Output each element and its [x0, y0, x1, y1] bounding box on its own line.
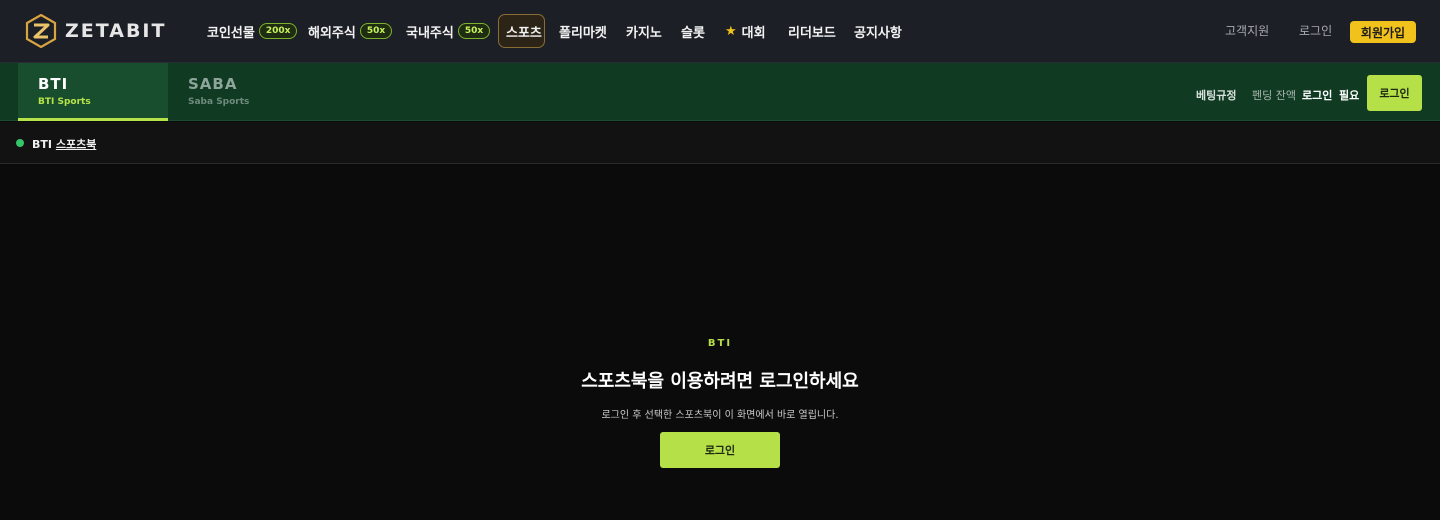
login-prompt-description: 로그인 후 선택한 스포츠북이 이 화면에서 바로 열립니다. [601, 410, 839, 421]
nav-label: 해외주식 [308, 25, 356, 41]
nav-coin-futures[interactable]: 코인선물 200x [207, 21, 298, 41]
login-required-text: 로그인 [1302, 89, 1333, 102]
tab-subtitle: BTI Sports [38, 97, 91, 107]
leverage-badge: 200x [258, 23, 298, 39]
nav-label: 코인선물 [207, 25, 255, 41]
nav-label: 공지사항 [854, 25, 902, 41]
nav-label: 스포츠 [506, 25, 542, 41]
tab-bti[interactable]: BTI BTI Sports [18, 63, 168, 121]
pending-balance-label: 펜딩 잔액 [1252, 89, 1296, 102]
sportsbook-content: BTI 스포츠북을 이용하려면 로그인하세요 로그인 후 선택한 스포츠북이 이… [0, 164, 1440, 520]
leverage-badge: 50x [359, 23, 393, 39]
top-navigation: ZETABIT 코인선물 200x 해외주식 50x 국내주식 50x 스포츠 … [0, 0, 1440, 63]
zetabit-logo-icon [25, 14, 57, 48]
leverage-badge: 50x [457, 23, 491, 39]
status-dot-icon [16, 139, 24, 147]
nav-leaderboard[interactable]: 리더보드 [788, 21, 836, 41]
nav-tournament[interactable]: ★ 대회 [725, 21, 766, 41]
nav-notices[interactable]: 공지사항 [854, 21, 902, 41]
nav-casino[interactable]: 카지노 [626, 21, 662, 41]
nav-label: 폴리마켓 [559, 25, 607, 41]
nav-polymarket[interactable]: 폴리마켓 [559, 21, 607, 41]
tab-subtitle: Saba Sports [188, 97, 250, 107]
nav-overseas-stocks[interactable]: 해외주식 50x [308, 21, 393, 41]
signup-button[interactable]: 회원가입 [1350, 21, 1416, 43]
tab-title: SABA [188, 75, 238, 93]
breadcrumb: BTI 스포츠북 [0, 122, 1440, 164]
nav-label: 대회 [741, 25, 766, 41]
login-prompt-title: 스포츠북을 이용하려면 로그인하세요 [581, 371, 859, 392]
breadcrumb-provider: BTI [32, 138, 52, 151]
brand-name: ZETABIT [65, 20, 167, 42]
nav-domestic-stocks[interactable]: 국내주식 50x [406, 21, 491, 41]
breadcrumb-section[interactable]: 스포츠북 [56, 138, 96, 151]
tab-title: BTI [38, 75, 69, 93]
main-login-button[interactable]: 로그인 [660, 432, 780, 468]
provider-login-button[interactable]: 로그인 [1367, 75, 1422, 111]
brand-logo[interactable]: ZETABIT [25, 14, 166, 48]
nav-label: 국내주식 [406, 25, 454, 41]
tab-saba[interactable]: SABA Saba Sports [168, 63, 318, 121]
nav-label: 리더보드 [788, 25, 836, 41]
nav-label: 카지노 [626, 25, 662, 41]
betting-rules-link[interactable]: 베팅규정 [1196, 87, 1236, 103]
required-text: 필요 [1339, 89, 1360, 102]
support-link[interactable]: 고객지원 [1225, 22, 1269, 39]
nav-label: 슬롯 [681, 25, 705, 41]
login-link[interactable]: 로그인 [1299, 22, 1332, 39]
provider-tag: BTI [707, 338, 733, 349]
nav-sports[interactable]: 스포츠 [506, 21, 542, 41]
breadcrumb-text: BTI 스포츠북 [32, 136, 96, 152]
star-icon: ★ [725, 23, 737, 39]
nav-slots[interactable]: 슬롯 [681, 21, 705, 41]
sportsbook-provider-bar: BTI BTI Sports SABA Saba Sports 베팅규정 펜딩 … [0, 63, 1440, 121]
